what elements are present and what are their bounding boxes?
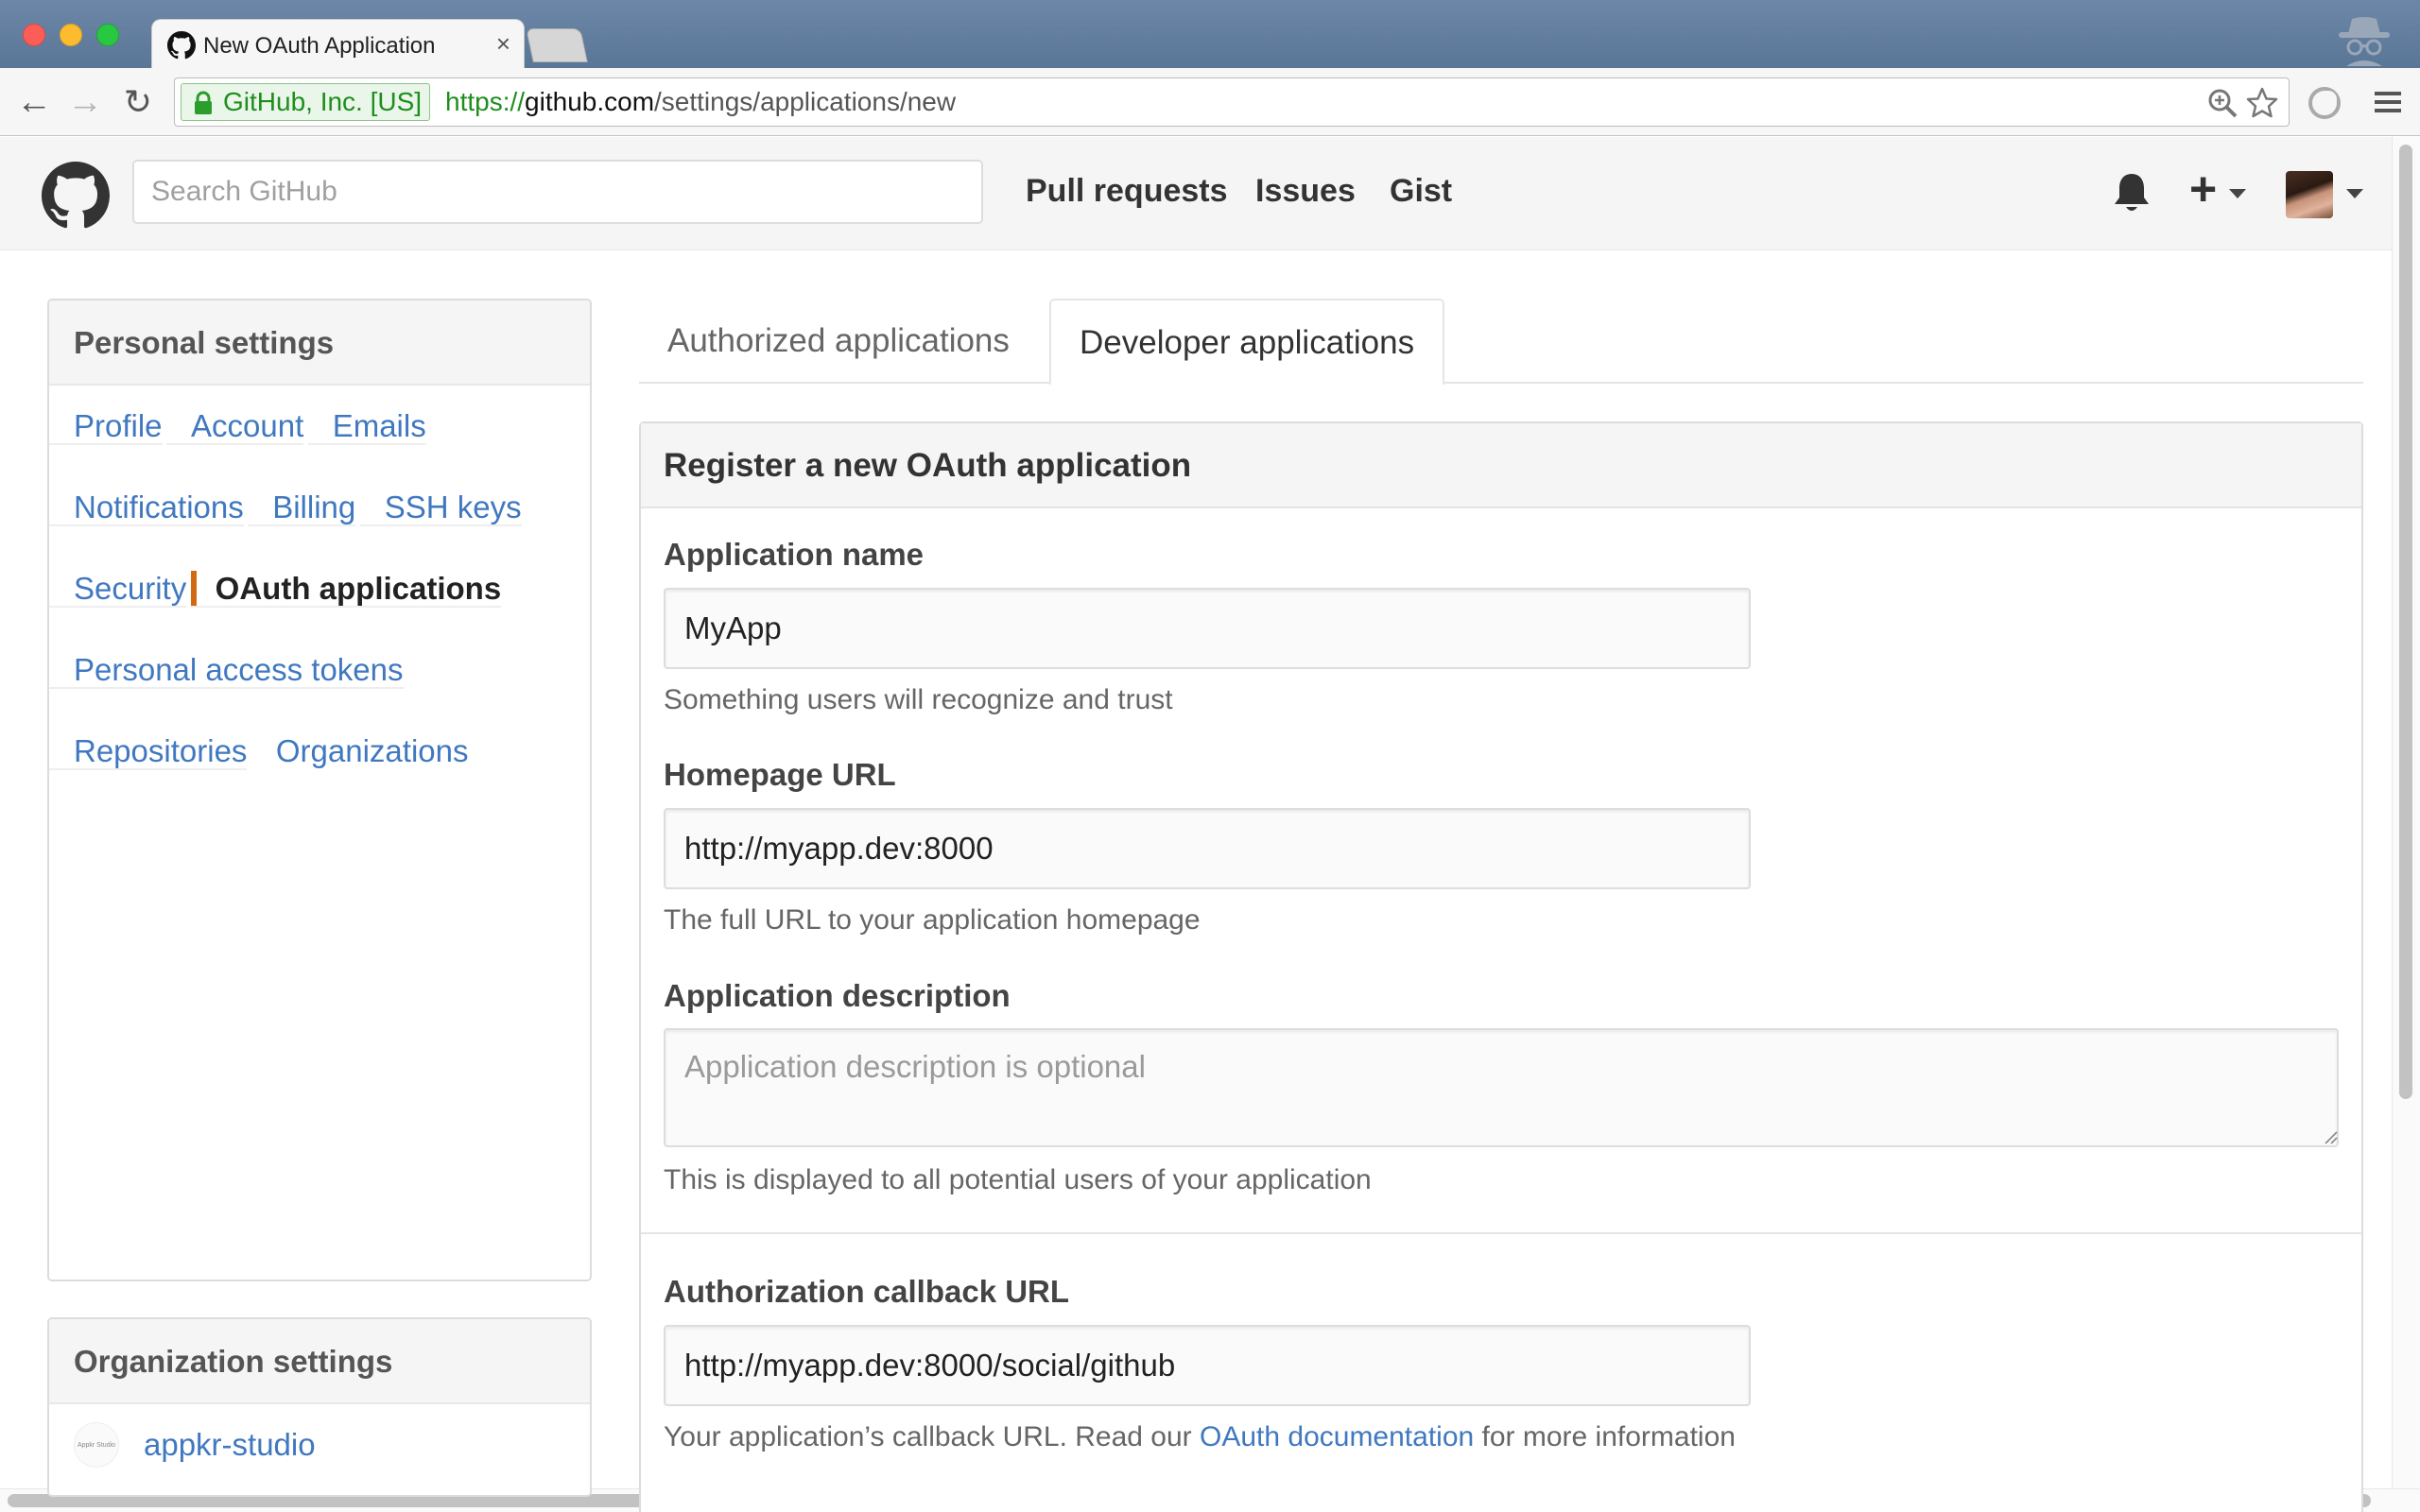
register-oauth-form: Register a new OAuth application Applica… <box>639 421 2363 1512</box>
nav-pull-requests[interactable]: Pull requests <box>1026 173 1228 210</box>
address-bar[interactable]: GitHub, Inc. [US] https://github.com/set… <box>174 77 2290 127</box>
callback-url-input[interactable] <box>664 1325 1751 1406</box>
forward-arrow-icon[interactable]: → <box>64 81 106 123</box>
browser-tab-active[interactable]: New OAuth Application × <box>151 19 525 70</box>
lock-icon <box>195 91 212 114</box>
nav-issues[interactable]: Issues <box>1255 173 1356 210</box>
url-path: /settings/applications/new <box>654 87 957 116</box>
personal-settings-menu: Personal settings Profile Account Emails… <box>47 299 592 1281</box>
sidebar-item-security[interactable]: Security <box>49 571 187 608</box>
callback-url-label: Authorization callback URL <box>664 1274 1070 1309</box>
close-tab-icon[interactable]: × <box>496 31 510 56</box>
callback-url-note: Your application’s callback URL. Read ou… <box>664 1421 1736 1453</box>
minimize-window-button[interactable] <box>60 24 82 46</box>
sidebar-item-profile[interactable]: Profile <box>49 408 163 445</box>
zoom-window-button[interactable] <box>96 24 119 46</box>
organization-settings-menu: Organization settings Appkr Studio appkr… <box>47 1317 592 1497</box>
sidebar-item-ssh-keys[interactable]: SSH keys <box>359 490 522 526</box>
app-name-label: Application name <box>664 537 925 572</box>
app-description-label: Application description <box>664 978 1011 1013</box>
organization-settings-heading: Organization settings <box>49 1319 590 1404</box>
nav-gist[interactable]: Gist <box>1390 173 1452 210</box>
sidebar-item-account[interactable]: Account <box>166 408 304 445</box>
applications-tabs: Authorized applications Developer applic… <box>639 299 2363 386</box>
reload-icon[interactable]: ↻ <box>117 81 159 123</box>
sidebar-item-emails[interactable]: Emails <box>307 408 426 445</box>
browser-toolbar: ← → ↻ GitHub, Inc. [US] https://github.c… <box>0 68 2420 136</box>
sidebar-item-organizations[interactable]: Organizations <box>251 733 469 768</box>
form-divider <box>641 1232 2361 1234</box>
browser-tab-title: New OAuth Application <box>203 33 436 59</box>
org-logo: Appkr Studio <box>74 1422 119 1468</box>
create-new-chevron-down-icon[interactable] <box>2229 189 2246 198</box>
ev-organization-label: GitHub, Inc. [US] <box>223 87 423 116</box>
personal-settings-heading: Personal settings <box>49 301 590 386</box>
vertical-scrollbar[interactable] <box>2392 137 2420 1488</box>
extension-icon[interactable] <box>2307 85 2342 121</box>
tab-developer-applications[interactable]: Developer applications <box>1049 299 1445 386</box>
textarea-resize-grip-icon[interactable] <box>2322 1128 2339 1145</box>
homepage-url-input[interactable] <box>664 808 1751 889</box>
browser-menu-icon[interactable] <box>2371 85 2405 119</box>
sidebar-item-notifications[interactable]: Notifications <box>49 490 244 526</box>
browser-tab-strip: New OAuth Application × <box>0 0 2420 70</box>
callback-note-text-end: for more information <box>1474 1421 1736 1452</box>
url-host: github.com <box>525 87 655 116</box>
sidebar-item-repositories[interactable]: Repositories <box>49 733 248 770</box>
site-header: Pull requests Issues Gist + <box>0 137 2392 250</box>
oauth-documentation-link[interactable]: OAuth documentation <box>1200 1421 1474 1452</box>
org-item-label: appkr-studio <box>144 1427 316 1462</box>
bookmark-star-icon[interactable] <box>2245 86 2279 120</box>
close-window-button[interactable] <box>23 24 45 46</box>
new-tab-button[interactable] <box>526 28 588 62</box>
github-favicon-icon <box>167 31 196 60</box>
create-new-plus-icon[interactable]: + <box>2189 165 2217 213</box>
callback-note-text: Your application’s callback URL. Read ou… <box>664 1421 1200 1452</box>
homepage-url-note: The full URL to your application homepag… <box>664 904 1201 936</box>
user-menu-chevron-down-icon[interactable] <box>2346 189 2363 198</box>
sidebar-item-billing[interactable]: Billing <box>248 490 356 526</box>
org-item-appkr-studio[interactable]: Appkr Studio appkr-studio <box>49 1404 590 1486</box>
app-description-textarea[interactable] <box>664 1028 2339 1147</box>
sidebar-item-personal-access-tokens[interactable]: Personal access tokens <box>49 652 404 689</box>
github-logo-icon[interactable] <box>42 162 110 230</box>
url-text[interactable]: https://github.com/settings/applications… <box>445 86 956 118</box>
form-title: Register a new OAuth application <box>641 423 2361 508</box>
search-input[interactable] <box>132 160 983 224</box>
incognito-icon <box>2339 17 2390 66</box>
app-description-note: This is displayed to all potential users… <box>664 1164 1372 1195</box>
back-arrow-icon[interactable]: ← <box>13 81 55 123</box>
url-scheme: https:// <box>445 87 526 116</box>
vertical-scrollbar-thumb[interactable] <box>2399 145 2412 1099</box>
avatar[interactable] <box>2286 171 2333 218</box>
tab-authorized-applications[interactable]: Authorized applications <box>639 299 1038 386</box>
zoom-icon[interactable] <box>2205 86 2239 120</box>
notifications-bell-icon[interactable] <box>2112 171 2152 215</box>
sidebar-item-oauth-applications[interactable]: OAuth applications <box>190 571 502 608</box>
ev-certificate-badge[interactable]: GitHub, Inc. [US] <box>181 83 431 121</box>
app-name-input[interactable] <box>664 588 1751 669</box>
app-name-note: Something users will recognize and trust <box>664 684 1173 715</box>
homepage-url-label: Homepage URL <box>664 757 896 792</box>
